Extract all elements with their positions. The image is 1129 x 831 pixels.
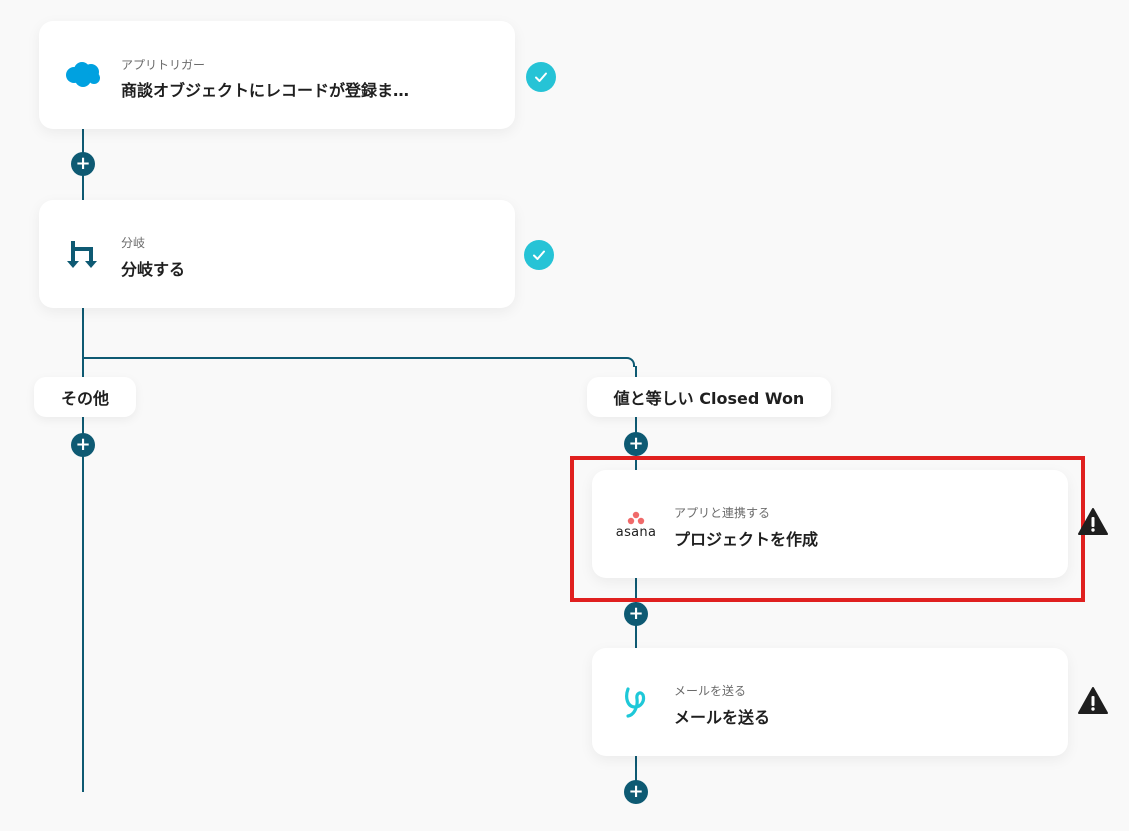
branch-label-closed-won[interactable]: 値と等しい Closed Won: [587, 377, 831, 417]
highlight-box: [570, 456, 1085, 602]
workflow-canvas: アプリトリガー 商談オブジェクトにレコードが登録ま… + 分岐 分岐する その他…: [0, 0, 1129, 831]
branch-step-subtitle: 分岐: [121, 236, 146, 250]
branch-step-card[interactable]: 分岐 分岐する: [39, 200, 515, 308]
add-step-button-left[interactable]: +: [71, 433, 95, 457]
connector-branch-corner: [82, 357, 635, 367]
trigger-step-title: 商談オブジェクトにレコードが登録ま…: [121, 81, 410, 100]
check-icon: [526, 62, 556, 92]
mail-step-subtitle: メールを送る: [674, 684, 747, 698]
add-step-button-right[interactable]: +: [624, 432, 648, 456]
warning-icon: [1077, 686, 1109, 716]
add-step-button[interactable]: +: [624, 780, 648, 804]
branch-step-title: 分岐する: [121, 260, 186, 279]
check-icon: [524, 240, 554, 270]
mail-step-title: メールを送る: [674, 708, 771, 727]
warning-icon: [1077, 507, 1109, 537]
branch-icon: [65, 236, 101, 272]
add-step-button[interactable]: +: [624, 602, 648, 626]
trigger-step-subtitle: アプリトリガー: [121, 58, 206, 72]
add-step-button[interactable]: +: [71, 152, 95, 176]
yoom-mail-icon: [618, 684, 654, 720]
branch-label-other[interactable]: その他: [34, 377, 136, 417]
salesforce-cloud-icon: [63, 59, 103, 89]
mail-step-card[interactable]: メールを送る メールを送る: [592, 648, 1068, 756]
trigger-step-card[interactable]: アプリトリガー 商談オブジェクトにレコードが登録ま…: [39, 21, 515, 129]
